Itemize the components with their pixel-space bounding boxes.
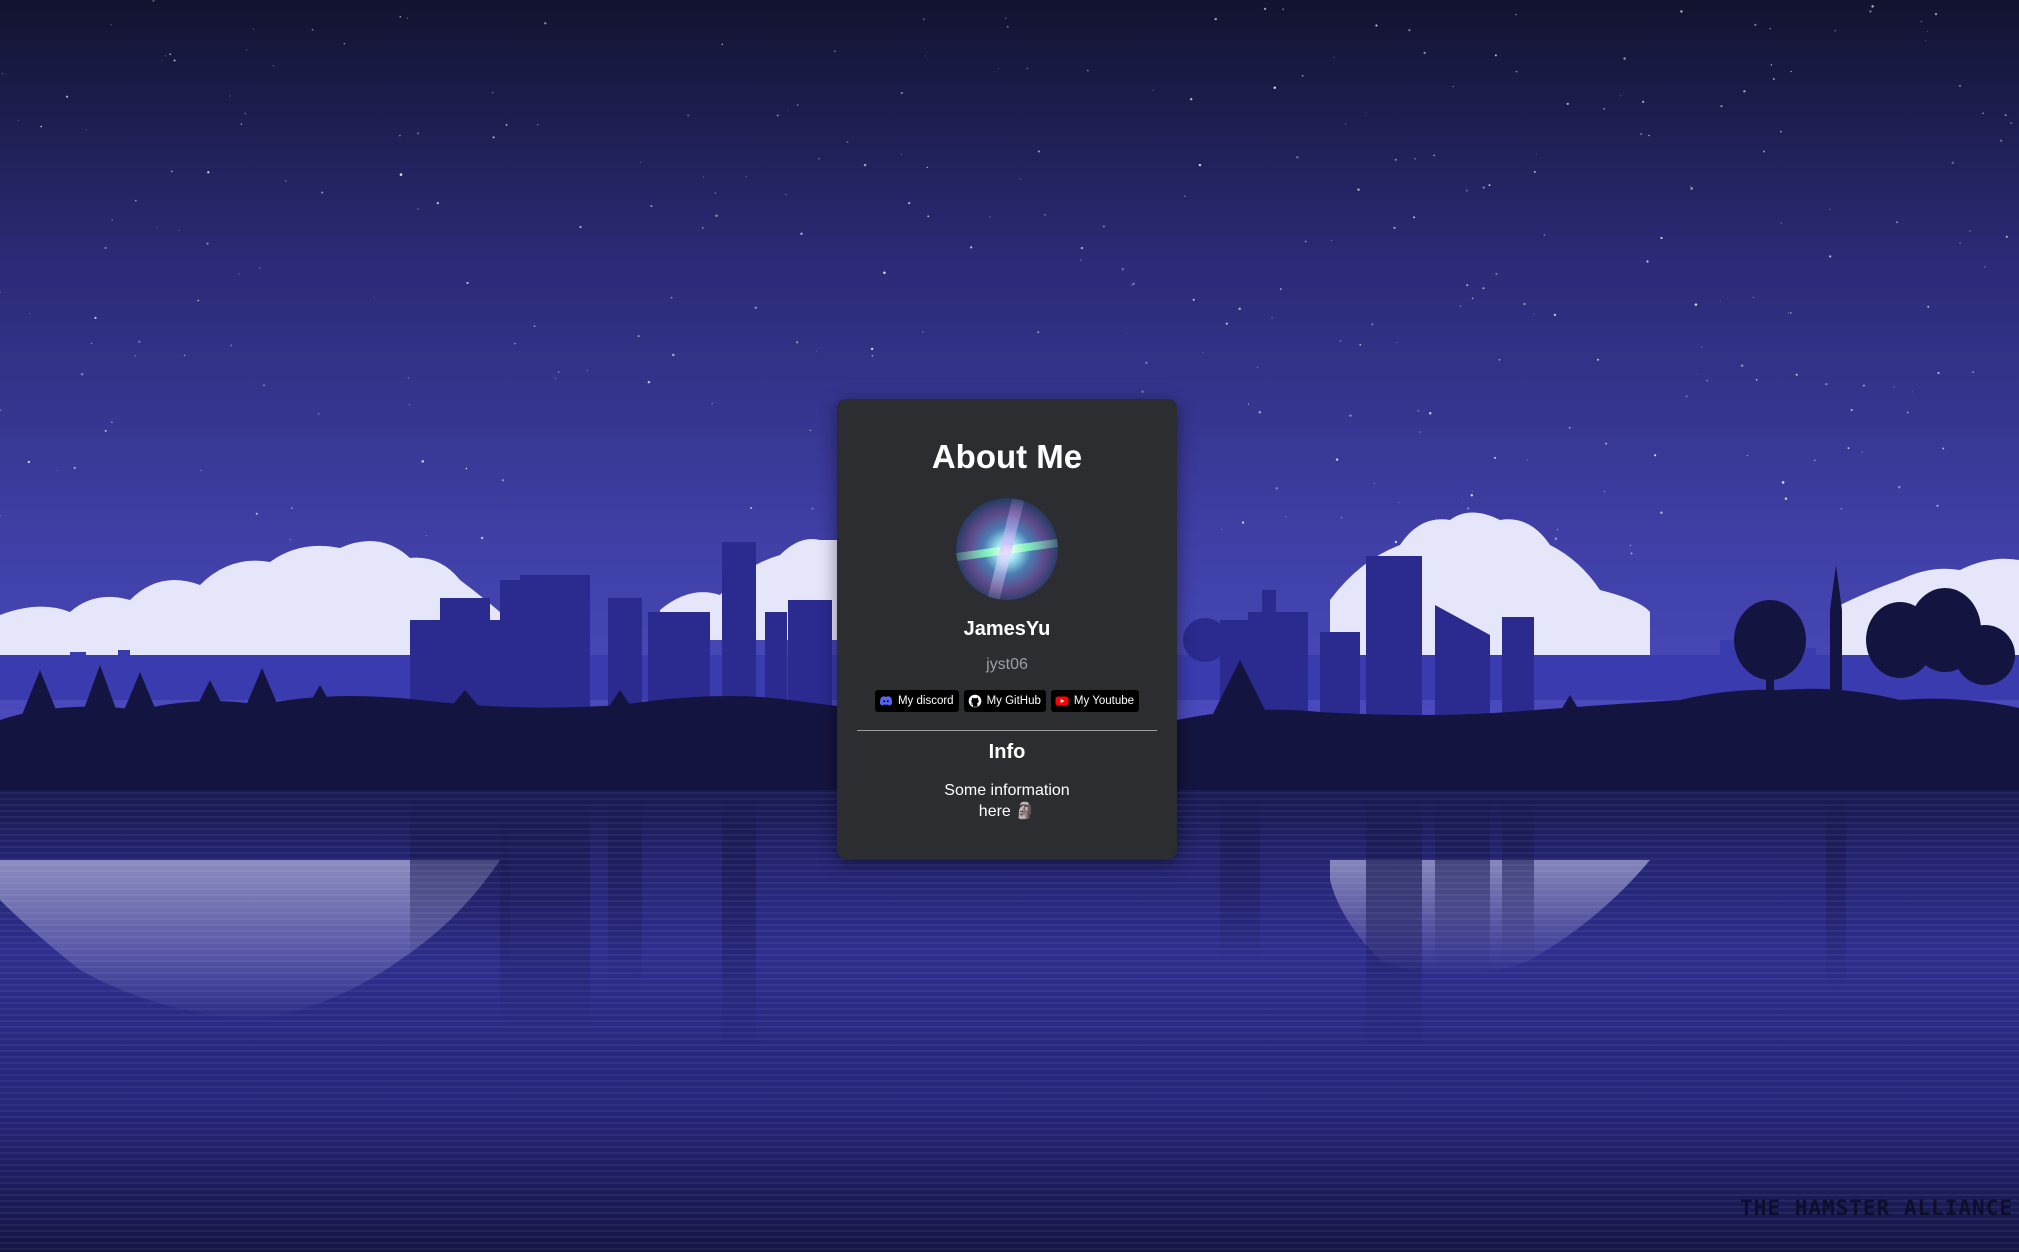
watermark: THE HAMSTER ALLIANCE <box>1740 1196 2013 1220</box>
youtube-link-button[interactable]: My Youtube <box>1050 690 1140 712</box>
username: JamesYu <box>963 618 1051 640</box>
divider <box>857 730 1157 731</box>
info-text: Some information here 🗿 <box>944 782 1070 820</box>
profile-card: About Me JamesYu jyst06 My discord My Gi… <box>837 399 1177 859</box>
github-icon <box>968 694 982 708</box>
github-link-label: My GitHub <box>986 695 1041 707</box>
discord-icon <box>879 694 893 708</box>
avatar <box>956 498 1058 600</box>
discord-link-label: My discord <box>897 695 954 707</box>
social-links: My discord My GitHub My Youtube <box>837 690 1177 712</box>
youtube-link-label: My Youtube <box>1073 695 1135 707</box>
user-handle: jyst06 <box>986 656 1028 673</box>
youtube-icon <box>1055 694 1069 708</box>
discord-link-button[interactable]: My discord <box>874 690 959 712</box>
info-heading: Info <box>988 741 1026 763</box>
page-title: About Me <box>931 438 1083 475</box>
github-link-button[interactable]: My GitHub <box>963 690 1046 712</box>
